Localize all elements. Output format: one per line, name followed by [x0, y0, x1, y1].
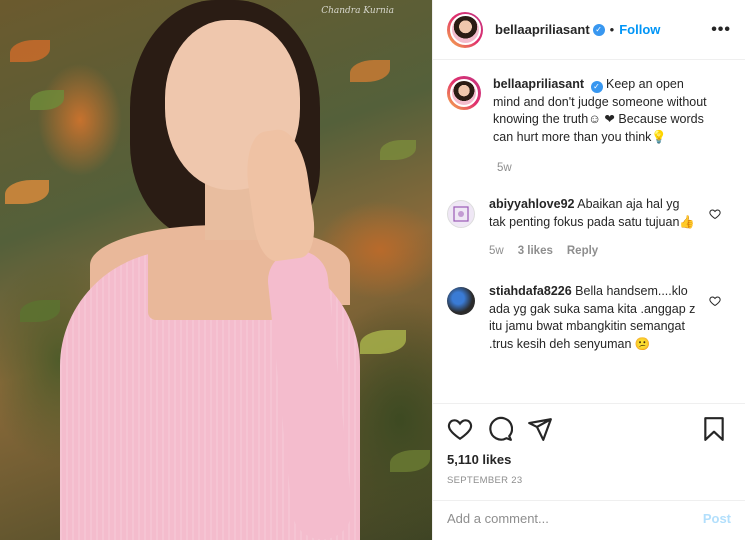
add-comment-bar: Post: [433, 500, 745, 540]
comment-item: stiahdafa8226 Bella handsem....klo ada y…: [447, 283, 731, 353]
comment-item: abiyyahlove92 Abaikan aja hal yg tak pen…: [447, 196, 731, 231]
share-icon[interactable]: [527, 416, 553, 442]
comment-icon[interactable]: [487, 416, 513, 442]
leaf: [10, 40, 50, 62]
verified-icon: ✓: [592, 23, 605, 36]
caption-avatar[interactable]: [447, 76, 481, 110]
photo-watermark: Chandra Kurnia: [321, 6, 394, 16]
comment-input[interactable]: [447, 511, 703, 526]
caption-time: 5w: [497, 162, 512, 174]
heart-icon[interactable]: [447, 416, 473, 442]
action-icons: [447, 412, 731, 446]
bookmark-icon[interactable]: [701, 416, 727, 442]
post-header: bellaapriliasant ✓ • Follow •••: [433, 0, 745, 60]
post-actions: 5,110 likes SEPTEMBER 23: [433, 403, 745, 486]
leaf: [390, 450, 430, 472]
post-comment-button[interactable]: Post: [703, 511, 731, 526]
author-username[interactable]: bellaapriliasant: [495, 22, 590, 37]
heart-icon[interactable]: [709, 208, 721, 220]
header-separator: •: [609, 22, 615, 37]
instagram-post: Chandra Kurnia bellaapriliasant ✓ • Foll…: [0, 0, 745, 540]
comment-likes[interactable]: 3 likes: [518, 245, 553, 257]
person-figure: [60, 0, 360, 540]
leaf: [5, 180, 49, 204]
heart-icon[interactable]: [709, 295, 721, 307]
reply-button[interactable]: Reply: [567, 245, 598, 257]
comment-meta: 5w 3 likes Reply: [489, 245, 731, 257]
comment-time: 5w: [489, 245, 504, 257]
author-avatar[interactable]: [447, 11, 483, 48]
post-date[interactable]: SEPTEMBER 23: [447, 475, 731, 486]
more-icon[interactable]: •••: [711, 21, 731, 39]
commenter-avatar[interactable]: [447, 200, 475, 228]
leaf: [20, 300, 60, 322]
leaf: [30, 90, 64, 110]
caption: bellaapriliasant ✓ Keep an open mind and…: [447, 76, 731, 146]
comments-list[interactable]: bellaapriliasant ✓ Keep an open mind and…: [433, 60, 745, 403]
commenter-username[interactable]: stiahdafa8226: [489, 284, 572, 298]
leaf: [380, 140, 416, 160]
commenter-username[interactable]: abiyyahlove92: [489, 197, 574, 211]
post-photo[interactable]: Chandra Kurnia: [0, 0, 432, 540]
likes-count[interactable]: 5,110 likes: [447, 452, 731, 467]
commenter-avatar[interactable]: [447, 287, 475, 315]
caption-meta: 5w: [497, 162, 731, 174]
caption-username[interactable]: bellaapriliasant: [493, 77, 584, 91]
verified-icon: ✓: [590, 81, 603, 93]
leaf: [360, 330, 406, 354]
follow-button[interactable]: Follow: [619, 22, 660, 37]
post-side-panel: bellaapriliasant ✓ • Follow ••• bellaapr…: [432, 0, 745, 540]
